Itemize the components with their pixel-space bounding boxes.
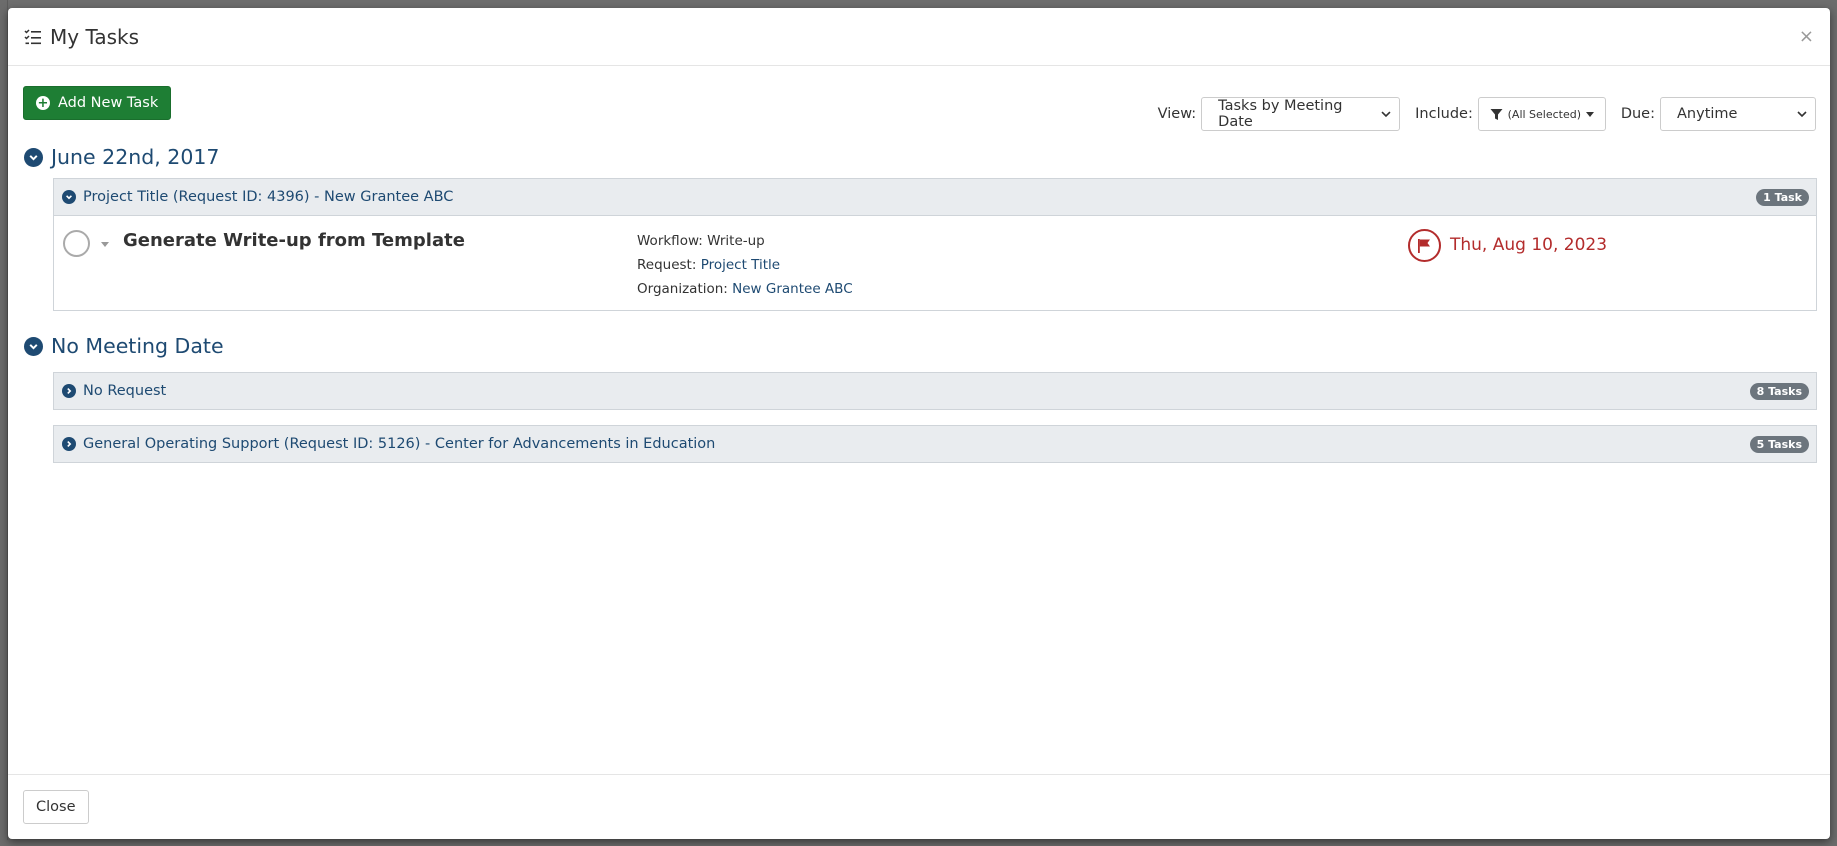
- group-heading-no-meeting-date[interactable]: No Meeting Date: [24, 330, 1830, 362]
- include-filter-dropdown[interactable]: (All Selected): [1477, 97, 1606, 131]
- chevron-down-circle-icon: [24, 147, 43, 167]
- task-options-caret-icon[interactable]: [101, 242, 109, 247]
- close-button[interactable]: Close: [23, 790, 89, 824]
- chevron-right-circle-icon: [62, 437, 76, 451]
- modal-footer: Close: [8, 774, 1830, 839]
- chevron-right-circle-icon: [62, 384, 76, 398]
- task-complete-checkbox[interactable]: [63, 230, 90, 257]
- request-panel-title: General Operating Support (Request ID: 5…: [83, 436, 716, 452]
- view-select[interactable]: Tasks by Meeting Date: [1201, 97, 1401, 131]
- request-label: Request:: [637, 257, 697, 273]
- request-panel-header[interactable]: General Operating Support (Request ID: 5…: [54, 426, 1816, 462]
- include-label: Include:: [1415, 106, 1473, 122]
- group-heading-text: No Meeting Date: [51, 334, 224, 358]
- toolbar: + Add New Task View: Tasks by Meeting Da…: [8, 66, 1830, 150]
- caret-down-icon: [1586, 111, 1595, 117]
- task-due-date: Thu, Aug 10, 2023: [1450, 235, 1608, 255]
- task-count-badge: 5 Tasks: [1749, 436, 1809, 453]
- filter-bar: View: Tasks by Meeting Date Include: (Al…: [1158, 97, 1816, 131]
- task-list-icon: [24, 28, 41, 44]
- add-new-task-button[interactable]: + Add New Task: [23, 86, 172, 120]
- close-icon[interactable]: ×: [1799, 28, 1814, 46]
- task-name[interactable]: Generate Write-up from Template: [123, 230, 465, 251]
- plus-circle-icon: +: [36, 95, 50, 111]
- organization-line: Organization: New Grantee ABC: [637, 277, 853, 301]
- request-panel-title: No Request: [83, 383, 167, 399]
- request-panel: Project Title (Request ID: 4396) - New G…: [53, 178, 1817, 311]
- my-tasks-modal: My Tasks × + Add New Task View: Tasks by…: [8, 8, 1830, 839]
- request-line: Request: Project Title: [637, 253, 853, 277]
- include-filter-value: (All Selected): [1507, 107, 1582, 121]
- request-panel: General Operating Support (Request ID: 5…: [53, 425, 1817, 463]
- filter-icon: [1490, 108, 1503, 120]
- organization-link[interactable]: New Grantee ABC: [732, 281, 852, 297]
- view-label: View:: [1157, 106, 1197, 122]
- flag-icon: [1408, 229, 1441, 262]
- due-select[interactable]: Anytime: [1660, 97, 1816, 131]
- task-count-badge: 8 Tasks: [1749, 383, 1809, 400]
- request-panel: No Request 8 Tasks: [53, 372, 1817, 410]
- request-panel-header[interactable]: Project Title (Request ID: 4396) - New G…: [54, 179, 1816, 215]
- chevron-down-icon: [1797, 111, 1807, 118]
- task-details: Workflow: Write-up Request: Project Titl…: [637, 229, 853, 301]
- task-row: Generate Write-up from Template Workflow…: [54, 215, 1816, 310]
- organization-label: Organization:: [637, 281, 728, 297]
- chevron-down-circle-icon: [62, 190, 76, 204]
- workflow-label: Workflow:: [637, 233, 703, 249]
- modal-title: My Tasks: [24, 25, 139, 49]
- due-select-value: Anytime: [1677, 106, 1738, 122]
- request-panel-header[interactable]: No Request 8 Tasks: [54, 373, 1816, 409]
- due-label: Due:: [1620, 106, 1655, 122]
- request-panel-title: Project Title (Request ID: 4396) - New G…: [83, 189, 454, 205]
- workflow-line: Workflow: Write-up: [637, 229, 853, 253]
- add-new-task-label: Add New Task: [58, 95, 159, 111]
- modal-title-text: My Tasks: [50, 24, 140, 49]
- request-link[interactable]: Project Title: [701, 257, 780, 273]
- chevron-down-icon: [1381, 111, 1391, 118]
- workflow-value: Write-up: [707, 233, 765, 249]
- chevron-down-circle-icon: [24, 336, 43, 356]
- view-select-value: Tasks by Meeting Date: [1218, 98, 1343, 130]
- task-count-badge: 1 Task: [1756, 189, 1809, 206]
- modal-header: My Tasks ×: [8, 8, 1830, 66]
